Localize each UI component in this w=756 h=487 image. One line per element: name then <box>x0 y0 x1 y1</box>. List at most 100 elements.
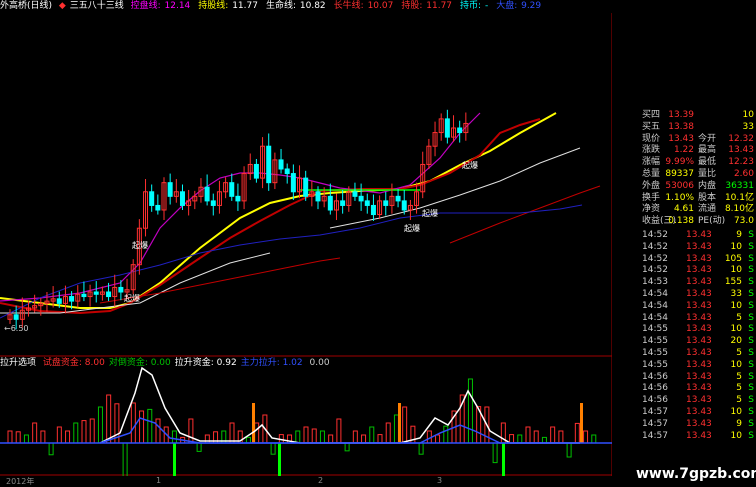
sub-bar <box>352 430 358 444</box>
kline-chart[interactable]: 起爆起爆起爆起爆起爆 11.0010.5010.009.509.008.508.… <box>0 13 612 476</box>
trade-volume: 5 <box>736 347 742 358</box>
market-line <box>0 204 583 319</box>
quote-value: 13.39 <box>668 110 694 120</box>
quote-value-2: 12.32 <box>728 133 754 144</box>
indicator-value-1: 持股线: 11.77 <box>198 1 262 11</box>
candle-body <box>13 314 19 320</box>
sub-bar <box>558 430 564 444</box>
sub-bar-neg <box>344 442 350 452</box>
quote-value: 53006 <box>665 180 694 191</box>
trade-time: 14:56 <box>642 371 668 382</box>
quote-value: 89337 <box>665 168 694 179</box>
quote-row: 现价 13.43 今开 12.32 <box>640 134 756 146</box>
quote-row: 涨跌 1.22 最高 13.43 <box>640 145 756 157</box>
sub-indicator-values: 试盘资金: 8.00 对倒资金: 0.00 拉升资金: 0.92 主力拉升: 1.02… <box>43 358 334 368</box>
sub-bar <box>319 430 325 444</box>
indicator-header: 外高桥(日线) ◆ 三五八十三线 控盘线: 12.14 持股线: 11.77 生命线… <box>0 0 612 13</box>
trade-volume: 5 <box>736 383 742 394</box>
y-axis: 11.0010.5010.009.509.008.508.007.507.006… <box>0 324 612 444</box>
sub-bar <box>106 394 112 444</box>
trade-row: 14:55 13.43 10 S <box>640 360 756 372</box>
trade-time: 14:57 <box>642 418 668 429</box>
sub-bar <box>583 430 589 444</box>
trade-side: S <box>748 230 754 240</box>
trade-price: 13.43 <box>686 253 712 264</box>
sub-bar <box>147 408 153 444</box>
candle-body <box>315 191 321 202</box>
stock-name[interactable]: 外高桥(日线) <box>0 1 52 11</box>
trade-volume: 10 <box>730 241 742 252</box>
sub-bar <box>81 420 87 444</box>
quote-label: 买四 <box>642 110 661 120</box>
quote-row: 收益(三) 0.138 PE(动) 73.0 <box>640 216 756 228</box>
trade-volume: 5 <box>736 371 742 382</box>
quote-value-2: 10.1亿 <box>724 192 754 203</box>
quote-value: 13.38 <box>668 121 694 132</box>
month-3-label: 3 <box>437 476 443 485</box>
trade-time: 14:55 <box>642 324 668 335</box>
trade-time: 14:54 <box>642 288 668 299</box>
trade-side: S <box>748 371 754 382</box>
trade-time: 14:52 <box>642 265 668 276</box>
indicator-value-4: 持股: 11.77 <box>401 1 456 11</box>
trade-row: 14:57 13.43 9 S <box>640 419 756 431</box>
quote-row: 买五 13.38 33 <box>640 122 756 134</box>
quote-label-2: 最低 <box>698 157 717 168</box>
trade-side: S <box>748 418 754 429</box>
trade-row: 14:52 13.43 9 S <box>640 230 756 242</box>
trade-row: 14:55 13.43 5 S <box>640 348 756 360</box>
trade-price: 13.43 <box>686 336 712 347</box>
candle-body <box>401 200 407 211</box>
sub-bar <box>311 428 317 444</box>
sub-value-4: 0.00 <box>306 358 330 368</box>
trade-time: 14:56 <box>642 395 668 406</box>
quote-panel: 买四 13.39 10 买五 13.38 33 现价 13.43 今开 12.32 涨跌 1.22 最高… <box>640 110 756 228</box>
indicator-number: 12.14 <box>161 1 191 11</box>
candle-body <box>229 182 235 197</box>
sub-indicator-name[interactable]: 拉升选项 <box>0 358 36 368</box>
diamond-icon: ◆ <box>58 1 66 11</box>
indicator-label: 持币: <box>460 1 482 11</box>
trade-row: 14:56 13.43 5 S <box>640 395 756 407</box>
quote-label: 外盘 <box>642 180 661 191</box>
trade-price: 13.43 <box>686 241 712 252</box>
quote-label: 涨幅 <box>642 157 661 168</box>
indicator-label: 生命线: <box>265 1 297 11</box>
trade-side: S <box>748 383 754 394</box>
trade-row: 14:56 13.43 5 S <box>640 383 756 395</box>
quote-value-2: 8.10亿 <box>724 204 754 215</box>
month-1-label: 1 <box>156 476 162 485</box>
candle-body <box>81 293 87 298</box>
quote-value-2: 33 <box>742 121 754 132</box>
trade-price: 13.43 <box>686 277 712 288</box>
candle-body <box>457 127 463 134</box>
trade-row: 14:52 13.43 10 S <box>640 265 756 277</box>
trade-time: 14:52 <box>642 253 668 264</box>
trade-row: 14:54 13.43 10 S <box>640 301 756 313</box>
trade-row: 14:57 13.43 10 S <box>640 407 756 419</box>
sub-value-1: 对倒资金: 0.00 <box>108 358 171 368</box>
sub-bar <box>56 426 62 444</box>
month-2-label: 2 <box>318 476 324 485</box>
candle-body <box>204 186 210 202</box>
candle-body <box>370 204 376 216</box>
chart-frame <box>0 13 612 476</box>
trade-side: S <box>748 395 754 406</box>
candle-body <box>106 291 112 298</box>
sub-bar <box>533 430 539 444</box>
trade-volume: 10 <box>730 406 742 417</box>
sub-bar <box>97 406 103 444</box>
quote-label-2: 流通 <box>698 204 717 215</box>
candle-body <box>149 191 155 206</box>
indicator-name[interactable]: 三五八十三线 <box>70 1 124 11</box>
sub-bar <box>525 426 531 444</box>
trade-volume: 5 <box>736 395 742 406</box>
trade-price: 13.43 <box>686 418 712 429</box>
sub-bar <box>229 422 235 444</box>
indicator-values: 控盘线: 12.14 持股线: 11.77 生命线: 10.82 长牛线: 10.07… <box>131 1 550 11</box>
candle-body <box>266 145 272 184</box>
candle-body <box>303 177 309 197</box>
quote-value: 0.138 <box>668 216 694 227</box>
sub-bar <box>509 434 515 444</box>
trade-time: 14:56 <box>642 383 668 394</box>
